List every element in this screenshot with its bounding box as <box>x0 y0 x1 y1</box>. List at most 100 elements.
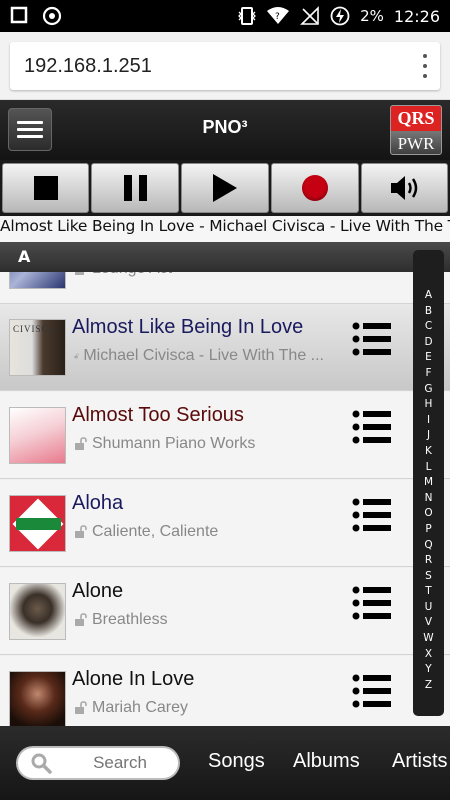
alphabet-index-letter[interactable]: Z <box>425 678 432 694</box>
song-subtitle: Shumann Piano Works <box>74 435 324 453</box>
unlock-icon <box>75 437 87 450</box>
unlock-icon <box>74 353 79 359</box>
list-menu-icon[interactable] <box>352 322 392 356</box>
transport-controls <box>0 160 450 216</box>
song-subtitle-text: Shumann Piano Works <box>92 435 256 452</box>
list-menu-icon[interactable] <box>352 586 392 620</box>
unlock-icon <box>75 525 87 538</box>
alphabet-index-letter[interactable]: O <box>424 506 432 522</box>
list-item[interactable]: Aloha Caliente, Caliente <box>0 480 450 567</box>
volume-button[interactable] <box>361 163 448 213</box>
alphabet-index-letter[interactable]: F <box>425 366 431 382</box>
svg-text:?: ? <box>275 12 280 22</box>
song-subtitle-text: Caliente, Caliente <box>92 523 219 540</box>
list-item[interactable]: Almost Too Serious Shumann Piano Works <box>0 392 450 479</box>
list-menu-icon[interactable] <box>352 674 392 708</box>
alphabet-index-letter[interactable]: T <box>425 584 431 600</box>
song-subtitle: Michael Civisca - Live With The ... <box>74 347 324 365</box>
logo-top-text: QRS <box>391 106 441 131</box>
stop-button[interactable] <box>2 163 89 213</box>
album-thumbnail <box>9 671 66 726</box>
qrs-pwr-logo[interactable]: QRS PWR <box>390 105 442 155</box>
song-title[interactable]: Aloha <box>72 492 123 515</box>
pause-button[interactable] <box>91 163 179 213</box>
url-text[interactable]: 192.168.1.251 <box>24 55 152 78</box>
album-thumbnail <box>9 583 66 640</box>
search-icon <box>31 753 52 774</box>
search-box[interactable] <box>18 748 178 778</box>
alphabet-index-letter[interactable]: L <box>426 460 432 476</box>
album-thumbnail <box>9 407 66 464</box>
bottom-nav: Songs Albums Artists <box>0 726 450 800</box>
alphabet-index[interactable]: ABCDEFGHIJKLMNOPQRSTUVWXYZ <box>413 250 444 716</box>
play-icon <box>213 174 237 202</box>
alphabet-index-letter[interactable]: R <box>425 553 432 569</box>
app-header: PNO³ QRS PWR <box>0 100 450 160</box>
tab-songs[interactable]: Songs <box>208 750 265 773</box>
song-list[interactable]: A Lounge Act CIVISCA Almost Like Being I… <box>0 242 450 726</box>
album-thumbnail <box>9 495 66 552</box>
wifi-icon: ? <box>267 7 290 24</box>
alphabet-index-letter[interactable]: N <box>425 491 433 507</box>
song-subtitle: Breathless <box>74 611 324 629</box>
alphabet-index-letter[interactable]: U <box>425 600 433 616</box>
song-subtitle-text: Mariah Carey <box>92 699 189 716</box>
logo-bottom-text: PWR <box>391 131 441 154</box>
play-button[interactable] <box>181 163 269 213</box>
song-title[interactable]: Alone In Love <box>72 668 194 691</box>
alphabet-index-letter[interactable]: W <box>423 631 433 647</box>
album-thumbnail: CIVISCA <box>9 319 66 376</box>
alphabet-index-letter[interactable]: Y <box>425 662 431 678</box>
alphabet-index-letter[interactable]: P <box>425 522 431 538</box>
section-divider: A <box>0 242 450 272</box>
unlock-icon <box>75 613 87 626</box>
now-playing-text: Almost Like Being In Love - Michael Civi… <box>0 216 450 242</box>
app-title: PNO³ <box>202 117 248 137</box>
browser-toolbar: 192.168.1.251 <box>0 32 450 100</box>
no-signal-icon <box>300 6 319 25</box>
alphabet-index-letter[interactable]: K <box>425 444 432 460</box>
song-title[interactable]: Alone <box>72 580 123 603</box>
record-button[interactable] <box>271 163 359 213</box>
circle-notification-icon <box>42 6 62 26</box>
more-vert-icon[interactable] <box>422 54 428 78</box>
tab-albums[interactable]: Albums <box>293 750 360 773</box>
address-bar[interactable]: 192.168.1.251 <box>10 42 440 90</box>
clock: 12:26 <box>393 6 440 26</box>
unlock-icon <box>75 701 87 714</box>
battery-level: 2% <box>360 7 384 25</box>
list-menu-icon[interactable] <box>352 410 392 444</box>
alphabet-index-letter[interactable]: Q <box>424 538 432 554</box>
list-menu-icon[interactable] <box>352 498 392 532</box>
stop-icon <box>33 176 58 200</box>
alphabet-index-letter[interactable]: G <box>424 382 432 398</box>
status-bar: ? 2% 12:26 <box>0 0 450 32</box>
alphabet-index-letter[interactable]: H <box>425 397 433 413</box>
tab-artists[interactable]: Artists <box>392 750 448 773</box>
song-title[interactable]: Almost Like Being In Love <box>72 316 303 339</box>
alphabet-index-letter[interactable]: V <box>425 615 432 631</box>
search-input[interactable] <box>70 753 170 773</box>
song-subtitle-text: Breathless <box>92 611 168 628</box>
alphabet-index-letter[interactable]: B <box>425 304 432 320</box>
volume-icon <box>390 176 417 200</box>
list-item[interactable]: Alone Breathless <box>0 568 450 655</box>
record-icon <box>302 175 328 201</box>
song-subtitle: Mariah Carey <box>74 699 324 717</box>
alphabet-index-letter[interactable]: J <box>427 428 430 444</box>
song-title[interactable]: Almost Too Serious <box>72 404 244 427</box>
alphabet-index-letter[interactable]: I <box>427 413 430 429</box>
alphabet-index-letter[interactable]: A <box>425 288 432 304</box>
alphabet-index-letter[interactable]: S <box>425 569 432 585</box>
list-item[interactable]: CIVISCA Almost Like Being In Love Michae… <box>0 304 450 391</box>
alphabet-index-letter[interactable]: M <box>424 475 433 491</box>
alphabet-index-letter[interactable]: X <box>425 647 432 663</box>
pause-icon <box>123 175 147 201</box>
song-subtitle-text: Michael Civisca - Live With The ... <box>83 347 324 364</box>
alphabet-index-letter[interactable]: E <box>425 350 432 366</box>
list-item[interactable]: Alone In Love Mariah Carey <box>0 656 450 726</box>
alphabet-index-letter[interactable]: D <box>424 335 432 351</box>
square-notification-icon <box>10 6 28 24</box>
song-subtitle: Caliente, Caliente <box>74 523 324 541</box>
alphabet-index-letter[interactable]: C <box>425 319 432 335</box>
